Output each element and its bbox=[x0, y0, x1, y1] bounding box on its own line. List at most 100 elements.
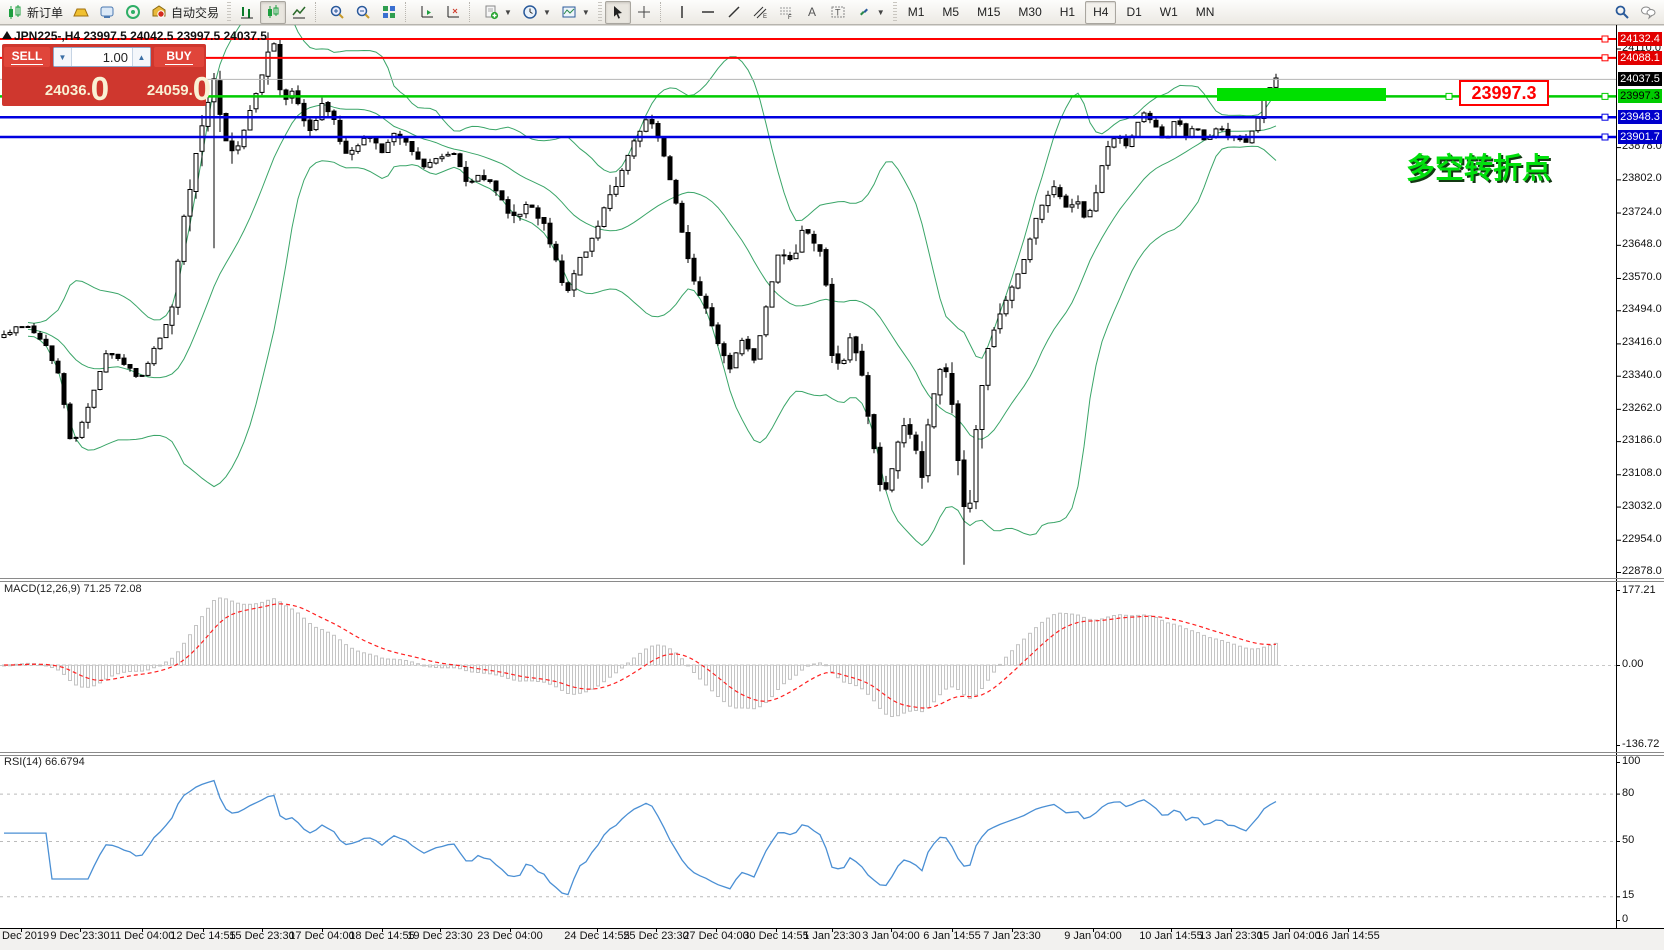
date-axis-label: 25 Dec 23:30 bbox=[623, 930, 688, 942]
channel-button[interactable]: E bbox=[747, 1, 773, 24]
cursor-icon bbox=[610, 4, 626, 20]
new-order-label: 新订单 bbox=[27, 4, 63, 21]
vertical-line-button[interactable] bbox=[669, 1, 695, 24]
equidistant-channel-icon: E bbox=[752, 4, 768, 20]
trendline-icon bbox=[726, 4, 742, 20]
horizontal-line-button[interactable] bbox=[695, 1, 721, 24]
price-level-tag[interactable]: 23997.3 bbox=[1459, 80, 1549, 106]
templates-button[interactable]: ▼ bbox=[556, 1, 595, 24]
toolbar: 新订单 自动交易 bbox=[0, 0, 1664, 25]
lot-decrease-button[interactable]: ▼ bbox=[54, 48, 72, 66]
crosshair-button[interactable] bbox=[631, 1, 657, 24]
buy-price-main: 24059 bbox=[147, 78, 189, 104]
mt4-application: 新订单 自动交易 bbox=[0, 0, 1664, 950]
buy-price[interactable]: 24059.0 bbox=[152, 70, 206, 106]
lot-size-field[interactable]: ▼ 1.00 ▲ bbox=[53, 47, 151, 67]
text-label-icon: T bbox=[830, 4, 846, 20]
axis-tick-label: 100 bbox=[1622, 755, 1640, 767]
sell-price-big-digit: 0 bbox=[91, 74, 109, 104]
axis-tick-label: 80 bbox=[1622, 787, 1634, 799]
buy-button[interactable]: BUY bbox=[154, 47, 204, 67]
search-icon[interactable] bbox=[1614, 4, 1630, 20]
date-axis-label: 24 Dec 14:55 bbox=[564, 930, 629, 942]
timeframe-button-m15[interactable]: M15 bbox=[969, 1, 1008, 24]
candlestick-chart-button[interactable] bbox=[260, 1, 286, 24]
terminal-icon bbox=[99, 4, 115, 20]
axis-tick-label: 23262.0 bbox=[1622, 402, 1662, 414]
toolbar-separator bbox=[469, 2, 475, 22]
gold-button[interactable] bbox=[68, 1, 94, 24]
periods-button[interactable]: ▼ bbox=[517, 1, 556, 24]
svg-text:T: T bbox=[835, 8, 841, 18]
chat-icon[interactable] bbox=[1640, 4, 1656, 20]
price-axis-badge: 23901.7 bbox=[1618, 130, 1662, 144]
templates-dropdown-caret[interactable]: ▼ bbox=[582, 8, 590, 17]
timeframe-button-m30[interactable]: M30 bbox=[1010, 1, 1049, 24]
lot-increase-button[interactable]: ▲ bbox=[132, 48, 150, 66]
price-axis-badge: 24037.5 bbox=[1618, 72, 1662, 86]
bar-chart-button[interactable] bbox=[234, 1, 260, 24]
chart-shift-marker[interactable] bbox=[2, 31, 12, 39]
chart-shift-button[interactable] bbox=[440, 1, 466, 24]
timeframe-button-h1[interactable]: H1 bbox=[1052, 1, 1083, 24]
toolbar-grip[interactable] bbox=[598, 2, 602, 22]
axis-tick-label: 23186.0 bbox=[1622, 434, 1662, 446]
date-axis-label: 15 Jan 04:00 bbox=[1257, 930, 1321, 942]
sell-price[interactable]: 24036.0 bbox=[2, 70, 152, 106]
trendline-button[interactable] bbox=[721, 1, 747, 24]
tile-windows-icon bbox=[381, 4, 397, 20]
signals-button[interactable] bbox=[120, 1, 146, 24]
axis-tick-label: 23108.0 bbox=[1622, 467, 1662, 479]
line-chart-icon bbox=[291, 4, 307, 20]
date-axis-label: 23 Dec 04:00 bbox=[477, 930, 542, 942]
timeframe-button-d1[interactable]: D1 bbox=[1118, 1, 1149, 24]
timeframe-button-mn[interactable]: MN bbox=[1188, 1, 1223, 24]
date-axis-label: 30 Dec 14:55 bbox=[743, 930, 808, 942]
line-chart-button[interactable] bbox=[286, 1, 312, 24]
axis-tick-label: 23802.0 bbox=[1622, 172, 1662, 184]
date-axis-label: 7 Jan 23:30 bbox=[983, 930, 1041, 942]
clock-icon bbox=[522, 4, 538, 20]
indicators-button[interactable]: ▼ bbox=[478, 1, 517, 24]
timeframe-button-m1[interactable]: M1 bbox=[900, 1, 933, 24]
indicators-dropdown-caret[interactable]: ▼ bbox=[504, 8, 512, 17]
zoom-out-button[interactable] bbox=[350, 1, 376, 24]
auto-trading-button[interactable]: 自动交易 bbox=[146, 1, 224, 24]
fibonacci-button[interactable]: F bbox=[773, 1, 799, 24]
date-axis-label: 5 Dec 2019 bbox=[0, 930, 49, 942]
text-button[interactable]: A bbox=[799, 1, 825, 24]
date-axis-label: 9 Dec 23:30 bbox=[50, 930, 109, 942]
timeframe-toolbar: M1M5M15M30H1H4D1W1MN bbox=[900, 1, 1223, 24]
auto-scroll-button[interactable] bbox=[414, 1, 440, 24]
auto-scroll-icon bbox=[419, 4, 435, 20]
timeframe-button-m5[interactable]: M5 bbox=[934, 1, 967, 24]
terminal-button[interactable] bbox=[94, 1, 120, 24]
cursor-button[interactable] bbox=[605, 1, 631, 24]
sell-price-main: 24036 bbox=[45, 78, 87, 104]
arrows-icon bbox=[856, 4, 872, 20]
arrows-dropdown-caret[interactable]: ▼ bbox=[877, 8, 885, 17]
arrows-button[interactable]: ▼ bbox=[851, 1, 890, 24]
toolbar-grip[interactable] bbox=[227, 2, 231, 22]
tile-windows-button[interactable] bbox=[376, 1, 402, 24]
timeframe-button-h4[interactable]: H4 bbox=[1085, 1, 1116, 24]
periods-dropdown-caret[interactable]: ▼ bbox=[543, 8, 551, 17]
date-axis-label: 15 Dec 23:30 bbox=[229, 930, 294, 942]
date-axis-label: 10 Jan 14:55 bbox=[1139, 930, 1203, 942]
date-axis-label: 3 Jan 04:00 bbox=[862, 930, 920, 942]
text-label-button[interactable]: T bbox=[825, 1, 851, 24]
chart-annotation-text[interactable]: 多空转折点 bbox=[1406, 145, 1551, 187]
buy-label: BUY bbox=[165, 49, 192, 65]
add-indicator-icon bbox=[483, 4, 499, 20]
axis-tick-label: 177.21 bbox=[1622, 584, 1656, 596]
timeframe-button-w1[interactable]: W1 bbox=[1152, 1, 1186, 24]
zoom-in-icon bbox=[329, 4, 345, 20]
chart-shift-icon bbox=[445, 4, 461, 20]
crosshair-icon bbox=[636, 4, 652, 20]
toolbar-grip[interactable] bbox=[893, 2, 897, 22]
lot-value[interactable]: 1.00 bbox=[72, 48, 132, 66]
sell-button[interactable]: SELL bbox=[4, 47, 50, 67]
zoom-in-button[interactable] bbox=[324, 1, 350, 24]
new-order-button[interactable]: 新订单 bbox=[2, 1, 68, 24]
toolbar-separator bbox=[660, 2, 666, 22]
